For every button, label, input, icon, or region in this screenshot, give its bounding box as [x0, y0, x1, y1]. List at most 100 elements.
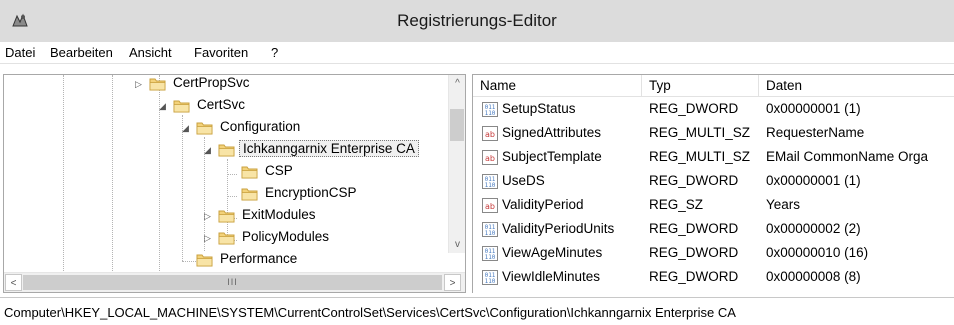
value-name: ValidityPeriodUnits — [502, 221, 615, 236]
svg-text:110: 110 — [485, 110, 496, 117]
value-type: REG_DWORD — [649, 173, 739, 188]
value-type: REG_MULTI_SZ — [649, 149, 751, 164]
value-name: SignedAttributes — [502, 125, 602, 140]
vertical-scroll-thumb[interactable] — [450, 109, 464, 141]
tree-horizontal-scrollbar[interactable]: < III > — [4, 272, 465, 292]
expander-icon[interactable] — [182, 254, 192, 266]
folder-icon — [196, 254, 213, 267]
binary-value-icon: 011 110 — [482, 102, 498, 117]
value-row[interactable]: ab SubjectTemplate REG_MULTI_SZ EMail Comm… — [473, 146, 954, 169]
folder-icon — [196, 122, 213, 135]
tree-node-label[interactable]: PolicyModules — [239, 229, 332, 244]
tree-node-label[interactable]: CSP — [262, 163, 296, 178]
scroll-grip-icon: III — [227, 277, 238, 287]
registry-path: Computer\HKEY_LOCAL_MACHINE\SYSTEM\Curre… — [4, 305, 736, 320]
value-row[interactable]: ab ValidityPeriod REG_SZ Years — [473, 194, 954, 217]
value-type: REG_DWORD — [649, 221, 739, 236]
expander-icon[interactable]: ▷ — [135, 78, 145, 90]
scroll-up-arrow-icon[interactable]: ^ — [449, 75, 465, 92]
tree-guide-line — [112, 75, 113, 275]
tree-node-label[interactable]: Performance — [217, 251, 300, 266]
value-data: 0x00000001 (1) — [766, 101, 861, 116]
expander-icon[interactable]: ▷ — [204, 210, 214, 222]
column-header-data[interactable]: Daten — [759, 75, 954, 97]
binary-value-icon: 011 110 — [482, 174, 498, 189]
value-type: REG_SZ — [649, 197, 704, 212]
svg-text:110: 110 — [485, 254, 496, 261]
binary-value-icon: 011 110 — [482, 246, 498, 261]
svg-text:110: 110 — [485, 278, 496, 285]
menu-bar: Datei Bearbeiten Ansicht Favoriten ? — [0, 42, 954, 64]
window-title: Registrierungs-Editor — [397, 11, 557, 30]
value-type: REG_DWORD — [649, 101, 739, 116]
column-header-name[interactable]: Name — [473, 75, 642, 97]
tree-node-label[interactable]: CertPropSvc — [170, 75, 253, 90]
menu-help[interactable]: ? — [271, 45, 278, 60]
folder-icon — [218, 144, 235, 157]
folder-icon — [241, 188, 258, 201]
column-header-type[interactable]: Typ — [642, 75, 759, 97]
value-data: 0x00000002 (2) — [766, 221, 861, 236]
svg-text:ab: ab — [485, 130, 495, 139]
value-name: ViewIdleMinutes — [502, 269, 601, 284]
expander-icon[interactable] — [227, 166, 237, 178]
tree-node-label[interactable]: ExitModules — [239, 207, 319, 222]
string-value-icon: ab — [482, 150, 498, 165]
expander-icon[interactable]: ◢ — [159, 100, 169, 112]
value-data: 0x00000001 (1) — [766, 173, 861, 188]
title-bar: Registrierungs-Editor — [0, 0, 954, 42]
scroll-left-arrow-icon[interactable]: < — [5, 274, 22, 291]
binary-value-icon: 011 110 — [482, 270, 498, 285]
tree-node-label[interactable]: Configuration — [217, 119, 303, 134]
value-data: 0x00000010 (16) — [766, 245, 869, 260]
scroll-right-arrow-icon[interactable]: > — [444, 274, 461, 291]
value-name: ViewAgeMinutes — [502, 245, 603, 260]
value-data: RequesterName — [766, 125, 865, 140]
string-value-icon: ab — [482, 198, 498, 213]
value-type: REG_DWORD — [649, 245, 739, 260]
value-row[interactable]: 011 110 ViewAgeMinutes REG_DWORD 0x0000001… — [473, 242, 954, 265]
value-type: REG_MULTI_SZ — [649, 125, 751, 140]
folder-icon — [241, 166, 258, 179]
svg-text:110: 110 — [485, 230, 496, 237]
key-tree-pane[interactable]: ▷ CertPropSvc ◢ CertSvc ◢ Configuration ◢ Ichka… — [3, 74, 466, 293]
value-row[interactable]: 011 110 SetupStatus REG_DWORD 0x00000001 (… — [473, 98, 954, 121]
tree-guide-line — [182, 115, 183, 261]
menu-datei[interactable]: Datei — [5, 45, 35, 60]
tree-node-label[interactable]: CertSvc — [194, 97, 248, 112]
folder-icon — [149, 78, 166, 91]
value-name: SetupStatus — [502, 101, 576, 116]
menu-favoriten[interactable]: Favoriten — [194, 45, 248, 60]
tree-node-label[interactable]: EncryptionCSP — [262, 185, 360, 200]
menu-ansicht[interactable]: Ansicht — [129, 45, 172, 60]
expander-icon[interactable] — [227, 188, 237, 200]
menu-bearbeiten[interactable]: Bearbeiten — [50, 45, 113, 60]
value-name: ValidityPeriod — [502, 197, 584, 212]
svg-text:ab: ab — [485, 202, 495, 211]
svg-text:110: 110 — [485, 182, 496, 189]
value-type: REG_DWORD — [649, 269, 739, 284]
expander-icon[interactable]: ◢ — [182, 122, 192, 134]
status-bar: Computer\HKEY_LOCAL_MACHINE\SYSTEM\Curre… — [0, 297, 954, 325]
value-row[interactable]: 011 110 UseDS REG_DWORD 0x00000001 (1) — [473, 170, 954, 193]
value-row[interactable]: 011 110 ViewIdleMinutes REG_DWORD 0x000000… — [473, 266, 954, 289]
values-list-pane[interactable]: Name Typ Daten 011 110 SetupStatus REG_DW… — [472, 74, 954, 293]
value-data: 0x00000008 (8) — [766, 269, 861, 284]
binary-value-icon: 011 110 — [482, 222, 498, 237]
scroll-down-arrow-icon[interactable]: v — [449, 236, 465, 253]
expander-icon[interactable]: ◢ — [204, 144, 214, 156]
tree-vertical-scrollbar[interactable]: ^ v — [448, 75, 465, 253]
folder-icon — [218, 232, 235, 245]
folder-icon — [173, 100, 190, 113]
string-value-icon: ab — [482, 126, 498, 141]
expander-icon[interactable]: ▷ — [204, 232, 214, 244]
tree-node-label[interactable]: Ichkanngarnix Enterprise CA — [239, 140, 419, 157]
value-row[interactable]: 011 110 ValidityPeriodUnits REG_DWORD 0x00… — [473, 218, 954, 241]
value-data: Years — [766, 197, 801, 212]
horizontal-scroll-thumb[interactable]: III — [23, 275, 442, 290]
folder-icon — [218, 210, 235, 223]
tree-guide-line — [63, 75, 64, 275]
value-name: UseDS — [502, 173, 545, 188]
value-row[interactable]: ab SignedAttributes REG_MULTI_SZ Requester… — [473, 122, 954, 145]
value-data: EMail CommonName Orga — [766, 149, 929, 164]
